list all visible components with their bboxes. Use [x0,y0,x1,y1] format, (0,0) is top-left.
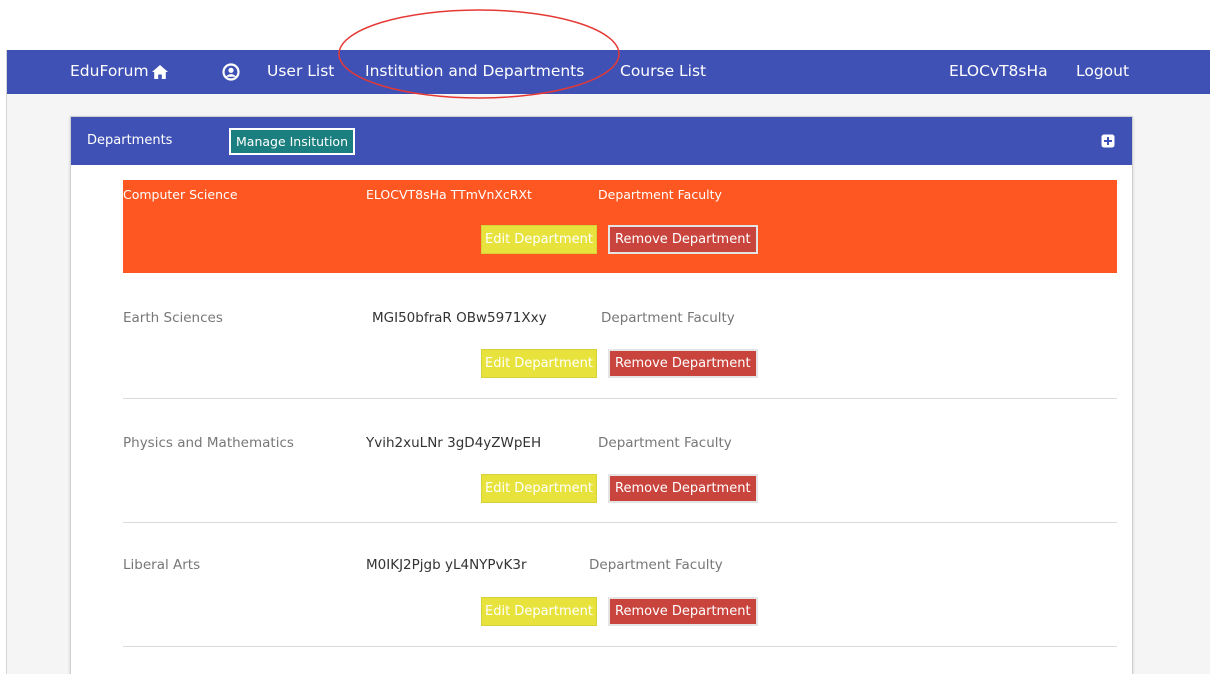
home-icon[interactable] [151,63,169,81]
department-faculty-link[interactable]: Department Faculty [598,187,722,202]
department-faculty-link[interactable]: Department Faculty [598,435,732,451]
nav-course-list[interactable]: Course List [620,62,706,80]
department-row-physics-mathematics[interactable]: Physics and Mathematics Yvih2xuLNr 3gD4y… [123,399,1117,523]
remove-department-button[interactable]: Remove Department [608,225,758,254]
department-name: Computer Science [123,187,238,202]
page-left-border [6,50,7,674]
edit-department-button[interactable]: Edit Department [481,349,597,378]
edit-department-button[interactable]: Edit Department [481,225,597,254]
brand-link[interactable]: EduForum [70,62,149,80]
department-row-liberal-arts[interactable]: Liberal Arts M0IKJ2Pjgb yL4NYPvK3r Depar… [123,523,1117,647]
edit-department-button[interactable]: Edit Department [481,474,597,503]
panel-header: Departments Manage Insitution [71,117,1132,165]
manage-institution-button[interactable]: Manage Insitution [229,128,355,155]
nav-institution-departments[interactable]: Institution and Departments [365,62,584,80]
department-faculty-link[interactable]: Department Faculty [601,310,735,326]
departments-panel: Departments Manage Insitution Computer S… [70,116,1133,674]
remove-department-button[interactable]: Remove Department [608,474,758,503]
department-code: Yvih2xuLNr 3gD4yZWpEH [366,435,542,451]
panel-title: Departments [87,133,173,148]
top-navbar: EduForum User List Institution and Depar… [6,50,1210,94]
department-name: Earth Sciences [123,310,223,326]
department-code: M0IKJ2Pjgb yL4NYPvK3r [366,557,527,573]
department-name: Liberal Arts [123,557,201,573]
edit-department-button[interactable]: Edit Department [481,597,597,626]
logout-link[interactable]: Logout [1076,62,1129,80]
remove-department-button[interactable]: Remove Department [608,349,758,378]
department-faculty-link[interactable]: Department Faculty [589,557,723,573]
user-circle-icon[interactable] [222,63,240,81]
department-row-computer-science[interactable]: Computer Science ELOCVT8sHa TTmVnXcRXt D… [123,180,1117,273]
plus-square-icon[interactable] [1101,134,1115,148]
nav-username[interactable]: ELOCvT8sHa [949,62,1048,80]
department-code: MGI50bfraR OBw5971Xxy [372,310,547,326]
nav-user-list[interactable]: User List [267,62,334,80]
remove-department-button[interactable]: Remove Department [608,597,758,626]
row-divider [123,646,1117,647]
department-name: Physics and Mathematics [123,435,294,451]
department-code: ELOCVT8sHa TTmVnXcRXt [366,187,532,202]
department-row-earth-sciences[interactable]: Earth Sciences MGI50bfraR OBw5971Xxy Dep… [123,273,1117,399]
